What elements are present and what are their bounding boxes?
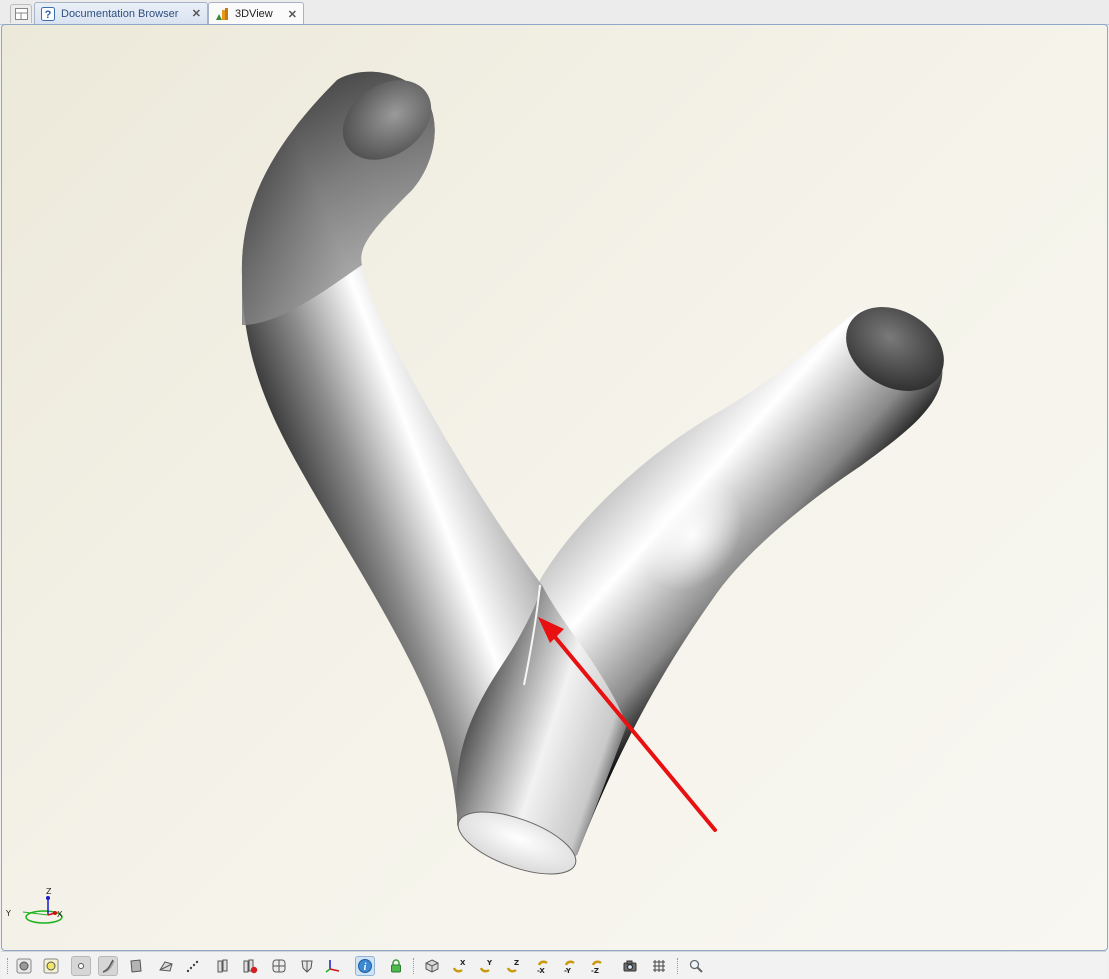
axis-z-label: Z — [46, 887, 52, 896]
quad-view-button[interactable] — [269, 956, 289, 976]
info-icon: i — [358, 959, 372, 973]
circle-select-icon — [43, 958, 59, 974]
fit-all-button[interactable] — [14, 956, 34, 976]
surface-icon — [130, 959, 142, 973]
tab-documentation-browser[interactable]: ? Documentation Browser ✕ — [34, 2, 208, 24]
shield-icon — [301, 960, 313, 973]
axis-x-label: X — [57, 910, 63, 919]
svg-text:-X: -X — [537, 967, 545, 974]
3d-viewport[interactable]: Z X Y — [1, 24, 1108, 951]
quad-icon — [272, 959, 286, 973]
view-x-button[interactable]: X — [449, 956, 469, 976]
lock-icon — [391, 959, 401, 973]
circle-target-icon — [16, 958, 32, 974]
clip-red-icon — [243, 959, 258, 974]
curve-icon — [102, 959, 115, 973]
view-y-button[interactable]: Y — [476, 956, 496, 976]
svg-text:Y: Y — [486, 959, 493, 967]
toolbar-separator — [677, 958, 679, 974]
toolbar-separator — [413, 958, 415, 974]
shield-view-button[interactable] — [297, 956, 317, 976]
magnifier-icon — [689, 959, 703, 973]
tab-label: 3DView — [235, 8, 273, 20]
slice-icon — [217, 959, 228, 973]
grid-layout-icon — [14, 8, 28, 20]
view-toolbar: i X Y Z -X -Y -Z — [1, 951, 1106, 979]
surface-mode-button[interactable] — [126, 956, 146, 976]
section-mode-button[interactable] — [213, 956, 233, 976]
svg-text:X: X — [460, 959, 466, 967]
tab-label: Documentation Browser — [61, 7, 179, 20]
toolbar-separator — [7, 958, 9, 974]
axes-toggle-button[interactable] — [323, 956, 343, 976]
svg-text:-Y: -Y — [564, 967, 572, 974]
rotate-y-icon: Y — [479, 959, 493, 973]
view-neg-x-button[interactable]: -X — [533, 956, 553, 976]
close-icon[interactable]: ✕ — [278, 8, 297, 21]
3d-scene[interactable]: Z X Y — [2, 25, 1107, 950]
zoom-button[interactable] — [686, 956, 706, 976]
axis-triad: Z X Y — [5, 887, 63, 924]
rotate-neg-y-icon: -Y — [564, 960, 575, 974]
curve-mode-button[interactable] — [98, 956, 118, 976]
view-z-button[interactable]: Z — [503, 956, 523, 976]
axis-y-label: Y — [5, 909, 11, 918]
iso-view-button[interactable] — [422, 956, 442, 976]
info-button[interactable]: i — [355, 956, 375, 976]
axes-icon — [325, 960, 340, 973]
fit-selection-button[interactable] — [41, 956, 61, 976]
grid-icon — [653, 960, 665, 972]
lock-button[interactable] — [386, 956, 406, 976]
help-icon: ? — [41, 6, 55, 21]
dotted-line-icon — [186, 960, 199, 973]
point-icon — [78, 963, 84, 969]
solid-mode-button[interactable] — [156, 956, 176, 976]
svg-text:?: ? — [45, 9, 52, 21]
chart-3d-icon — [216, 8, 228, 20]
view-neg-y-button[interactable]: -Y — [560, 956, 580, 976]
rotate-neg-x-icon: -X — [537, 960, 548, 974]
rotate-neg-z-icon: -Z — [591, 960, 602, 974]
grid-toggle-button[interactable] — [649, 956, 669, 976]
svg-text:i: i — [364, 962, 367, 973]
view-neg-z-button[interactable]: -Z — [587, 956, 607, 976]
tab-3dview[interactable]: 3DView ✕ — [208, 2, 304, 25]
close-icon[interactable]: ✕ — [182, 7, 201, 20]
point-mode-button[interactable] — [71, 956, 91, 976]
tab-bar: ? Documentation Browser ✕ 3DView ✕ — [0, 0, 1109, 25]
svg-text:Z: Z — [514, 959, 519, 967]
clip-off-button[interactable] — [240, 956, 260, 976]
rotate-z-icon: Z — [506, 959, 519, 973]
solid-icon — [159, 961, 173, 972]
dotted-mode-button[interactable] — [183, 956, 203, 976]
window-layout-button[interactable] — [10, 4, 32, 23]
rotate-x-icon: X — [452, 959, 466, 973]
svg-text:-Z: -Z — [591, 967, 599, 974]
camera-icon — [623, 960, 637, 972]
cube-icon — [425, 959, 439, 973]
screenshot-button[interactable] — [620, 956, 640, 976]
